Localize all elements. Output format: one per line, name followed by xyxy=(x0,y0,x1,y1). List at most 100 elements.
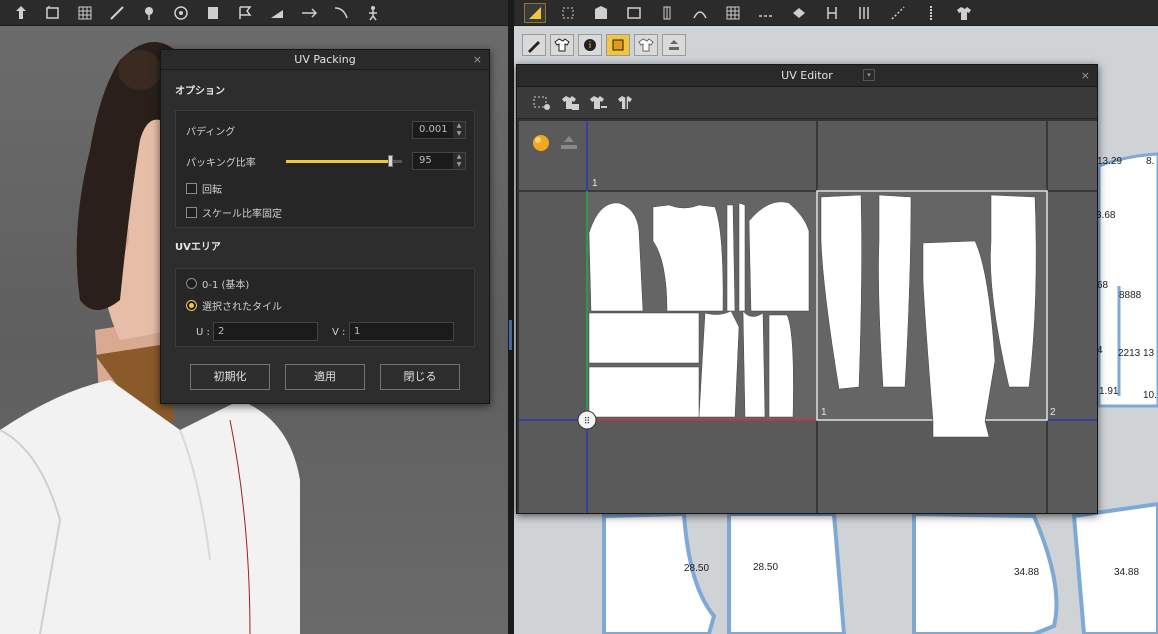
measure-label: 1.91 xyxy=(1099,386,1119,397)
measure-label: 8888 xyxy=(1119,290,1142,301)
u-field[interactable]: 2 xyxy=(213,322,318,341)
radio-default[interactable] xyxy=(186,277,197,289)
chevron-down-icon[interactable]: ▾ xyxy=(863,69,875,81)
measure-label: 13 xyxy=(1143,348,1155,359)
measure-label: 68 xyxy=(1097,280,1109,291)
packing-ratio-value: 95 xyxy=(419,155,432,166)
slider-fill xyxy=(286,160,391,163)
measure-label: 28.50 xyxy=(753,562,779,573)
grid-select-icon[interactable] xyxy=(74,3,96,23)
options-group: パディング 0.001 ▲ ▼ パッキング比率 95 ▲ ▼ 回転 スケール比率固定 xyxy=(175,110,475,228)
uv-area-section-title: UVエリア xyxy=(175,242,221,253)
transform-icon[interactable] xyxy=(42,3,64,23)
texture-icon[interactable] xyxy=(202,3,224,23)
fix-scale-label: スケール比率固定 xyxy=(202,208,282,220)
measure-icon[interactable] xyxy=(298,3,320,23)
fix-scale-checkbox[interactable] xyxy=(186,206,197,218)
packing-ratio-slider[interactable] xyxy=(286,155,402,167)
arrange-shirt-icon[interactable] xyxy=(587,93,609,113)
uv-area-group: 0-1 (基本) 選択されたタイル U : 2 V : 1 xyxy=(175,268,475,347)
rotate-checkbox[interactable] xyxy=(186,182,197,194)
line-tool-icon[interactable] xyxy=(887,3,909,23)
measure-label: 28.50 xyxy=(684,563,710,574)
slider-thumb[interactable] xyxy=(388,155,394,167)
pack-shirt-icon[interactable] xyxy=(615,93,637,113)
dialog-title: UV Packing xyxy=(294,53,356,66)
2d-toolbar xyxy=(514,0,1158,26)
measure-label: 10. xyxy=(1143,390,1157,401)
svg-text:⠿: ⠿ xyxy=(584,416,591,427)
uv-canvas[interactable]: ⠿ 1 1 2 xyxy=(519,121,1097,513)
elastic-icon[interactable] xyxy=(854,3,876,23)
grid-pattern-icon[interactable] xyxy=(722,3,744,23)
divider-handle[interactable] xyxy=(509,320,512,350)
apply-button[interactable]: 適用 xyxy=(285,364,365,390)
padding-spinbox[interactable]: 0.001 ▲ ▼ xyxy=(412,121,466,139)
tack-icon[interactable] xyxy=(821,3,843,23)
stitch-icon[interactable] xyxy=(755,3,777,23)
fold-icon[interactable] xyxy=(266,3,288,23)
measure-label: 2213 xyxy=(1118,348,1141,359)
uv-editor-toolbar xyxy=(517,87,1097,119)
measure-label: 34.88 xyxy=(1014,567,1040,578)
select-uv-icon[interactable] xyxy=(531,93,553,113)
transform-pattern-icon[interactable] xyxy=(557,3,579,23)
close-icon[interactable]: × xyxy=(1081,65,1090,87)
packing-ratio-spinbox[interactable]: 95 ▲ ▼ xyxy=(412,152,466,170)
zipper-icon[interactable] xyxy=(920,3,942,23)
tile-label-1: 1 xyxy=(592,178,598,189)
padding-label: パディング xyxy=(186,126,236,138)
measure-label: 34.88 xyxy=(1114,567,1140,578)
snapshot-shirt-icon[interactable] xyxy=(559,93,581,113)
rectangle-icon[interactable] xyxy=(623,3,645,23)
radio-selected-tile-label: 選択されたタイル xyxy=(202,301,282,313)
needle-icon[interactable] xyxy=(106,3,128,23)
u-label: U : xyxy=(196,327,210,338)
button-tool-icon[interactable] xyxy=(170,3,192,23)
edit-curve-icon[interactable] xyxy=(689,3,711,23)
uv-packing-titlebar[interactable]: UV Packing × xyxy=(161,50,489,70)
tape-icon[interactable] xyxy=(330,3,352,23)
tshirt-icon[interactable] xyxy=(953,3,975,23)
close-button[interactable]: 閉じる xyxy=(380,364,460,390)
avatar-pose-icon[interactable] xyxy=(362,3,384,23)
spin-down-icon[interactable]: ▼ xyxy=(453,161,465,169)
uv-packing-dialog: UV Packing × オプション パディング 0.001 ▲ ▼ パッキング比… xyxy=(160,49,490,404)
uv-editor-title: UV Editor xyxy=(781,69,833,82)
reset-button[interactable]: 初期化 xyxy=(190,364,270,390)
move-garment-icon[interactable] xyxy=(10,3,32,23)
padding-value: 0.001 xyxy=(419,124,448,135)
measure-label: 8. xyxy=(1146,156,1155,167)
select-mesh-icon[interactable] xyxy=(524,2,546,23)
spin-up-icon[interactable]: ▲ xyxy=(453,153,465,161)
spin-up-icon[interactable]: ▲ xyxy=(453,122,465,130)
packing-ratio-label: パッキング比率 xyxy=(186,157,256,169)
tile-label-2: 2 xyxy=(1050,407,1056,418)
radio-default-row[interactable]: 0-1 (基本) xyxy=(186,273,466,293)
options-section-title: オプション xyxy=(175,86,225,97)
pin-icon[interactable] xyxy=(138,3,160,23)
uv-editor-window: UV Editor ▾ × ⠿ 1 1 2 xyxy=(516,64,1098,514)
import-texture-icon[interactable] xyxy=(559,133,579,153)
uv-editor-titlebar[interactable]: UV Editor ▾ × xyxy=(517,65,1097,87)
rotate-row[interactable]: 回転 xyxy=(186,178,466,198)
measure-label: 3.68 xyxy=(1096,210,1116,221)
3d-toolbar xyxy=(0,0,508,26)
flag-icon[interactable] xyxy=(234,3,256,23)
close-icon[interactable]: × xyxy=(473,50,482,70)
fix-scale-row[interactable]: スケール比率固定 xyxy=(186,202,466,222)
radio-selected-tile-row[interactable]: 選択されたタイル xyxy=(186,295,466,315)
v-field[interactable]: 1 xyxy=(349,322,454,341)
internal-shape-icon[interactable] xyxy=(656,3,678,23)
spin-down-icon[interactable]: ▼ xyxy=(453,130,465,138)
measure-label: 13.29 xyxy=(1097,156,1123,167)
fold-arrange-icon[interactable] xyxy=(788,3,810,23)
polygon-icon[interactable] xyxy=(590,3,612,23)
uv-layout[interactable]: ⠿ xyxy=(519,121,1097,513)
tile-label-1b: 1 xyxy=(821,407,827,418)
radio-selected-tile[interactable] xyxy=(186,299,197,311)
rotate-label: 回転 xyxy=(202,184,222,196)
padding-row: パディング 0.001 ▲ ▼ xyxy=(186,120,466,140)
packing-ratio-row: パッキング比率 95 ▲ ▼ xyxy=(186,151,466,171)
texture-sphere-icon[interactable] xyxy=(531,133,551,153)
